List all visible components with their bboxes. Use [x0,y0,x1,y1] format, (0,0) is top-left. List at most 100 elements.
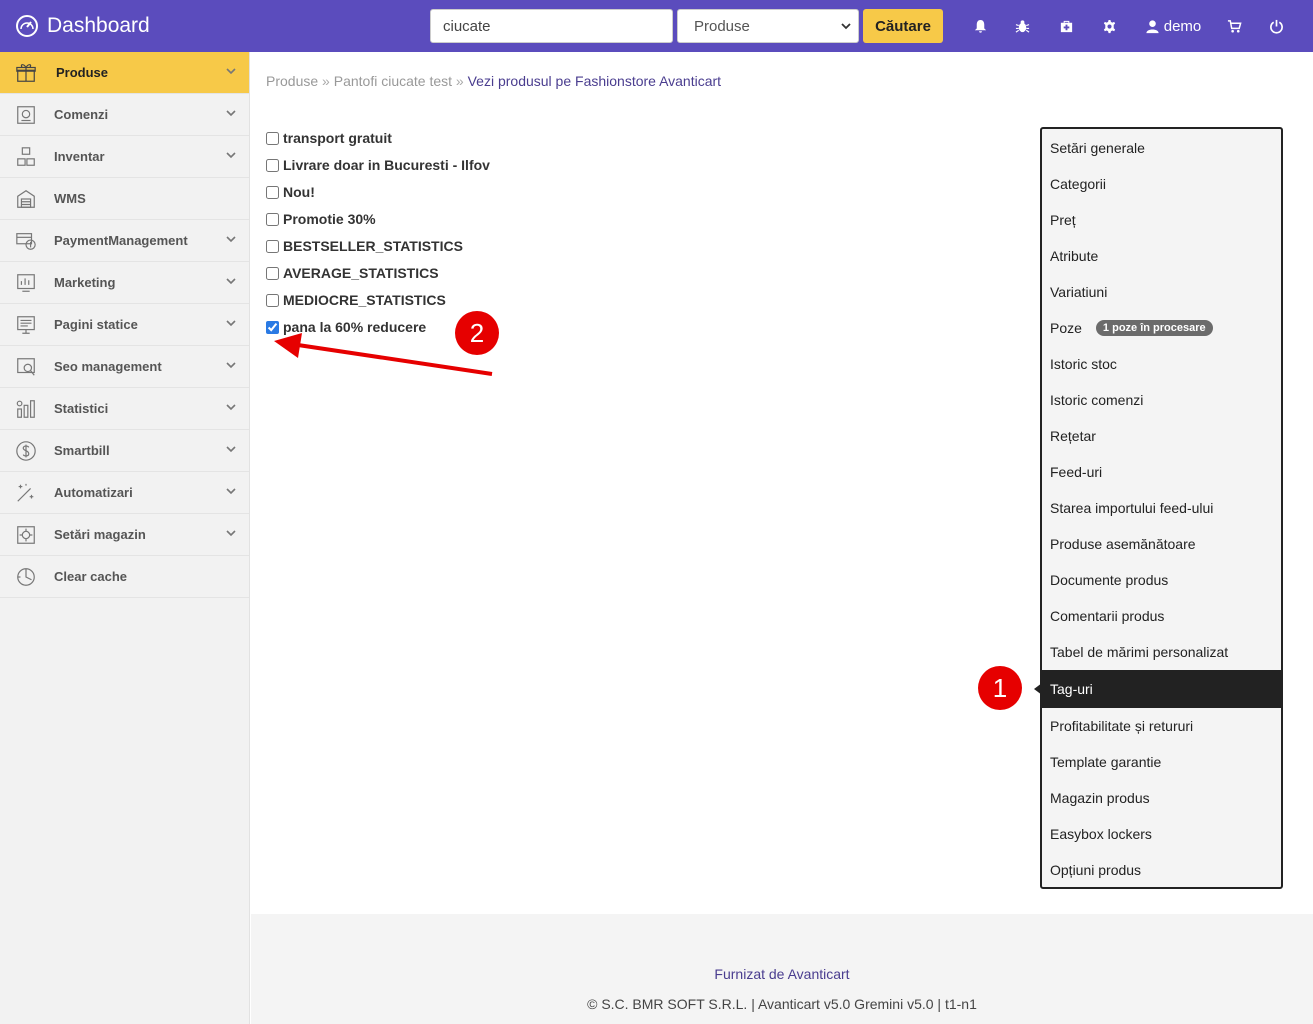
menu-item-atribute[interactable]: Atribute [1042,238,1281,274]
tag-label: Nou! [283,184,315,200]
sidebar-item-label: Smartbill [54,443,110,458]
sidebar-item-label: WMS [54,191,86,206]
menu-item-pret[interactable]: Preț [1042,202,1281,238]
menu-item-comentarii-produs[interactable]: Comentarii produs [1042,598,1281,634]
bell-icon[interactable] [969,0,991,52]
sidebar-item-label: Inventar [54,149,105,164]
sidebar-item-label: Automatizari [54,485,133,500]
footer-link[interactable]: Furnizat de Avanticart [251,966,1313,982]
menu-item-profitabilitate[interactable]: Profitabilitate și retururi [1042,708,1281,744]
breadcrumb-separator: » [455,73,464,89]
menu-item-magazin-produs[interactable]: Magazin produs [1042,780,1281,816]
breadcrumb: Produse » Pantofi ciucate test » Vezi pr… [266,73,721,89]
tag-checkbox[interactable] [266,185,279,199]
menu-item-label: Poze [1050,320,1082,336]
tag-checkbox[interactable] [266,266,279,280]
sidebar-item-label: Marketing [54,275,116,290]
menu-item-template-garantie[interactable]: Template garantie [1042,744,1281,780]
menu-item-easybox-lockers[interactable]: Easybox lockers [1042,816,1281,852]
tag-option[interactable]: BESTSELLER_STATISTICS [266,236,463,256]
chevron-down-icon [841,23,851,30]
menu-item-istoric-comenzi[interactable]: Istoric comenzi [1042,382,1281,418]
sidebar-item-comenzi[interactable]: Comenzi [0,94,249,136]
sidebar-item-label: Statistici [54,401,109,416]
tag-option[interactable]: AVERAGE_STATISTICS [266,263,439,283]
menu-item-starea-importului[interactable]: Starea importului feed-ului [1042,490,1281,526]
warehouse-icon [14,187,38,211]
tag-checkbox[interactable] [266,320,279,334]
chevron-down-icon [226,232,236,243]
breadcrumb-products[interactable]: Produse [266,73,318,89]
payment-icon [14,229,38,253]
footer: Furnizat de Avanticart © S.C. BMR SOFT S… [251,914,1313,1024]
sidebar: Produse Comenzi Inventar WMS PaymentMana… [0,52,250,1024]
tag-option[interactable]: Promotie 30% [266,209,376,229]
tag-checkbox[interactable] [266,158,279,172]
medkit-icon[interactable] [1055,0,1077,52]
chevron-down-icon [226,358,236,369]
menu-item-documente-produs[interactable]: Documente produs [1042,562,1281,598]
sidebar-item-statistici[interactable]: Statistici [0,388,249,430]
menu-item-optiuni-produs[interactable]: Opțiuni produs [1042,852,1281,888]
tag-checkbox[interactable] [266,239,279,253]
chevron-down-icon [226,442,236,453]
user-menu[interactable]: demo [1143,0,1203,52]
tag-option[interactable]: MEDIOCRE_STATISTICS [266,290,446,310]
bug-icon[interactable] [1011,0,1033,52]
sidebar-item-setari-magazin[interactable]: Setări magazin [0,514,249,556]
sidebar-item-smartbill[interactable]: Smartbill [0,430,249,472]
tag-checkbox[interactable] [266,131,279,145]
chevron-down-icon [226,484,236,495]
view-product-link[interactable]: Vezi produsul pe Fashionstore Avanticart [468,73,721,89]
menu-item-feed-uri[interactable]: Feed-uri [1042,454,1281,490]
menu-item-variatiuni[interactable]: Variatiuni [1042,274,1281,310]
sidebar-item-automatizari[interactable]: Automatizari [0,472,249,514]
dashboard-title: Dashboard [47,14,150,37]
tag-option[interactable]: pana la 60% reducere [266,317,426,337]
seo-icon [14,355,38,379]
search-input[interactable] [430,9,673,43]
menu-item-retetar[interactable]: Rețetar [1042,418,1281,454]
sidebar-item-label: Seo management [54,359,162,374]
boxes-icon [14,145,38,169]
menu-item-tabel-marimi[interactable]: Tabel de mărimi personalizat [1042,634,1281,670]
tag-label: pana la 60% reducere [283,319,427,335]
tag-checkbox[interactable] [266,212,279,226]
sidebar-item-marketing[interactable]: Marketing [0,262,249,304]
tag-label: BESTSELLER_STATISTICS [283,238,463,254]
tag-option[interactable]: Nou! [266,182,315,202]
cart-icon[interactable] [1223,0,1245,52]
menu-item-produse-asemanatoare[interactable]: Produse asemănătoare [1042,526,1281,562]
sidebar-item-paymentmanagement[interactable]: PaymentManagement [0,220,249,262]
sidebar-item-wms[interactable]: WMS [0,178,249,220]
menu-item-istoric-stoc[interactable]: Istoric stoc [1042,346,1281,382]
chevron-down-icon [226,106,236,117]
sidebar-item-clear-cache[interactable]: Clear cache [0,556,249,598]
gear-icon[interactable] [1098,0,1120,52]
search-scope-select[interactable]: Produse [677,9,859,43]
sidebar-item-seo-management[interactable]: Seo management [0,346,249,388]
menu-item-setari-generale[interactable]: Setări generale [1042,130,1281,166]
cache-icon [14,565,38,589]
sidebar-item-label: Setări magazin [54,527,146,542]
sidebar-item-pagini-statice[interactable]: Pagini statice [0,304,249,346]
sidebar-item-label: Produse [56,65,109,80]
tag-label: transport gratuit [283,130,392,146]
power-icon[interactable] [1265,0,1287,52]
tag-option[interactable]: transport gratuit [266,128,392,148]
menu-item-tag-uri[interactable]: Tag-uri [1034,670,1281,708]
breadcrumb-product-name[interactable]: Pantofi ciucate test [334,73,452,89]
sidebar-item-label: Pagini statice [54,317,138,332]
sidebar-item-produse[interactable]: Produse [0,52,249,94]
menu-item-poze[interactable]: Poze 1 poze în procesare [1042,310,1281,346]
tag-option[interactable]: Livrare doar in Bucuresti - Ilfov [266,155,490,175]
dashboard-link[interactable]: Dashboard [15,0,150,52]
search-button[interactable]: Căutare [863,9,943,43]
menu-item-categorii[interactable]: Categorii [1042,166,1281,202]
chevron-down-icon [226,316,236,327]
stats-icon [14,397,38,421]
tag-label: Livrare doar in Bucuresti - Ilfov [283,157,490,173]
chevron-down-icon [226,148,236,159]
sidebar-item-inventar[interactable]: Inventar [0,136,249,178]
tag-checkbox[interactable] [266,293,279,307]
